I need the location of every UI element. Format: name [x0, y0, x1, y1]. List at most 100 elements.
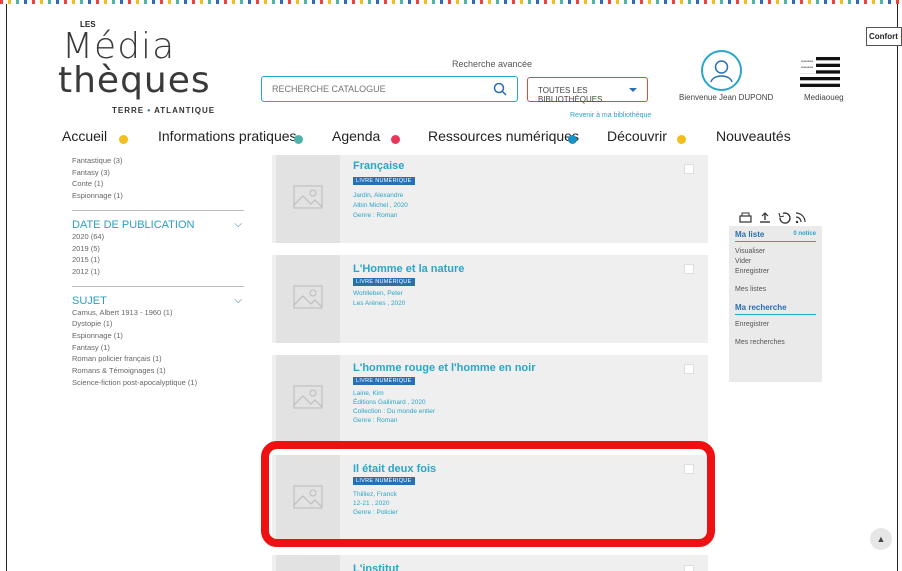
site-logo[interactable]: LES Média thèques TERRE • ATLANTIQUE: [58, 18, 228, 115]
chevron-down-icon: ⌵: [234, 294, 242, 306]
facet-item[interactable]: Dystopie (1): [72, 318, 252, 330]
my-searches-link[interactable]: Mes recherches: [735, 338, 816, 348]
select-checkbox[interactable]: [684, 364, 694, 374]
result-genre: Genre : Roman: [353, 212, 398, 219]
nav-item-agenda[interactable]: Agenda: [332, 128, 380, 144]
result-tools: [739, 212, 806, 224]
result-card[interactable]: Française LIVRE NUMÉRIQUE Jardin, Alexan…: [272, 155, 708, 243]
facet-item[interactable]: 2020 (64): [72, 231, 252, 243]
search-icon[interactable]: [493, 82, 507, 96]
facet-item[interactable]: Fantasy (3): [72, 167, 252, 179]
nav-item-accueil[interactable]: Accueil: [62, 128, 107, 144]
image-placeholder-icon: [293, 185, 323, 209]
facet-item[interactable]: 2019 (5): [72, 243, 252, 255]
image-placeholder-icon: [293, 285, 323, 309]
my-lists-link[interactable]: Mes listes: [735, 285, 816, 295]
catalog-search-box: [261, 76, 518, 102]
my-list-header: Ma liste 0 notice: [735, 230, 816, 242]
facet-item[interactable]: Science-fiction post-apocalyptique (1): [72, 377, 252, 389]
result-title[interactable]: L'Homme et la nature: [353, 263, 464, 275]
svg-text:ꟷꟷꟷ: ꟷꟷꟷ: [801, 65, 813, 71]
facet-date-title[interactable]: DATE DE PUBLICATION ⌵: [72, 219, 252, 231]
result-title[interactable]: L'homme rouge et l'homme en noir: [353, 362, 535, 374]
nav-dot: [568, 135, 577, 144]
facet-item[interactable]: 2012 (1): [72, 266, 252, 278]
nav-dot: [294, 135, 303, 144]
nav-dot: [119, 135, 128, 144]
facet-item[interactable]: Espionnage (1): [72, 330, 252, 342]
divider: [72, 209, 244, 211]
facet-item[interactable]: Romans & Témoignages (1): [72, 365, 252, 377]
nav-item-informations[interactable]: Informations pratiques: [158, 128, 297, 144]
nav-item-nouveautes[interactable]: Nouveautés: [716, 128, 791, 144]
nav-dot: [677, 135, 686, 144]
facet-item[interactable]: Fantastique (3): [72, 155, 252, 167]
export-icon[interactable]: [760, 212, 770, 223]
user-icon: [710, 60, 733, 83]
facet-genre-list: Fantastique (3) Fantasy (3) Conte (1) Es…: [72, 155, 252, 202]
back-to-library-link[interactable]: Revenir à ma bibliothèque: [570, 112, 651, 119]
result-author[interactable]: Jardin, Alexandre: [353, 192, 403, 199]
facet-item[interactable]: Conte (1): [72, 178, 252, 190]
facet-item[interactable]: Espionnage (1): [72, 190, 252, 202]
divider: [72, 285, 244, 287]
library-select[interactable]: TOUTES LES BIBLIOTHÈQUES: [527, 77, 648, 104]
result-card[interactable]: L'Homme et la nature LIVRE NUMÉRIQUE Woh…: [272, 255, 708, 343]
history-icon[interactable]: [778, 212, 791, 224]
highlight-annotation: [261, 441, 715, 547]
nav-dot: [391, 135, 400, 144]
confort-label: Confort: [869, 32, 898, 41]
result-publisher: Les Arènes , 2020: [353, 300, 406, 307]
nav-item-decouvrir[interactable]: Découvrir: [607, 128, 667, 144]
facet-item[interactable]: 2015 (1): [72, 254, 252, 266]
result-card[interactable]: L'institut: [272, 555, 708, 571]
cover-placeholder: [276, 555, 340, 571]
facet-item[interactable]: Fantasy (1): [72, 342, 252, 354]
mediaoueg-label[interactable]: Mediaoueg: [804, 93, 844, 102]
my-search-title: Ma recherche: [735, 303, 787, 312]
nav-item-ressources[interactable]: Ressources numériques: [428, 128, 579, 144]
cover-placeholder: [276, 155, 340, 243]
rss-icon[interactable]: [795, 212, 806, 224]
frame-left-border: [6, 4, 7, 571]
logo-subtitle-dot: •: [147, 106, 152, 115]
facet-item[interactable]: Camus, Albert 1913 - 1960 (1): [72, 307, 252, 319]
view-list-link[interactable]: Visualiser: [735, 247, 816, 257]
catalog-search-input[interactable]: [262, 77, 482, 101]
result-title[interactable]: L'institut: [353, 563, 399, 571]
scroll-top-button[interactable]: ▲: [870, 528, 892, 550]
save-search-link[interactable]: Enregistrer: [735, 320, 816, 330]
result-collection[interactable]: Collection : Du monde entier: [353, 408, 435, 415]
facet-subject-title[interactable]: SUJET ⌵: [72, 295, 252, 307]
facet-subject-label: SUJET: [72, 294, 107, 307]
advanced-search-link[interactable]: Recherche avancée: [452, 59, 532, 69]
decorative-dotted-border: [0, 0, 902, 4]
result-type-badge: LIVRE NUMÉRIQUE: [353, 377, 415, 385]
result-author[interactable]: Wohlleben, Peter: [353, 290, 403, 297]
select-checkbox[interactable]: [684, 565, 694, 571]
result-genre: Genre : Roman: [353, 417, 398, 424]
result-author[interactable]: Laine, Kim: [353, 390, 384, 397]
welcome-text: Bienvenue Jean DUPOND: [679, 93, 774, 102]
library-select-value: TOUTES LES BIBLIOTHÈQUES: [538, 86, 603, 104]
facet-item[interactable]: Roman policier français (1): [72, 353, 252, 365]
result-type-badge: LIVRE NUMÉRIQUE: [353, 177, 415, 185]
empty-list-link[interactable]: Vider: [735, 257, 816, 267]
user-avatar[interactable]: [701, 50, 742, 91]
breton-flag-icon[interactable]: ꟷꟷꟷ ꟷꟷꟷ: [800, 57, 840, 87]
my-list-title: Ma liste: [735, 230, 765, 239]
save-list-link[interactable]: Enregistrer: [735, 267, 816, 277]
print-icon[interactable]: [739, 212, 752, 223]
frame-right-border: [897, 4, 898, 571]
select-checkbox[interactable]: [684, 164, 694, 174]
select-checkbox[interactable]: [684, 264, 694, 274]
result-publisher: Éditions Gallimard , 2020: [353, 399, 426, 406]
result-title[interactable]: Française: [353, 160, 404, 172]
cover-placeholder: [276, 355, 340, 443]
result-card[interactable]: L'homme rouge et l'homme en noir LIVRE N…: [272, 355, 708, 443]
logo-subtitle-left: TERRE: [112, 106, 145, 115]
notice-count: 0 notice: [793, 231, 816, 237]
facet-sidebar: Fantastique (3) Fantasy (3) Conte (1) Es…: [72, 155, 252, 389]
main-nav: Accueil Informations pratiques Agenda Re…: [62, 128, 882, 148]
confort-button[interactable]: Confort +: [866, 27, 902, 46]
